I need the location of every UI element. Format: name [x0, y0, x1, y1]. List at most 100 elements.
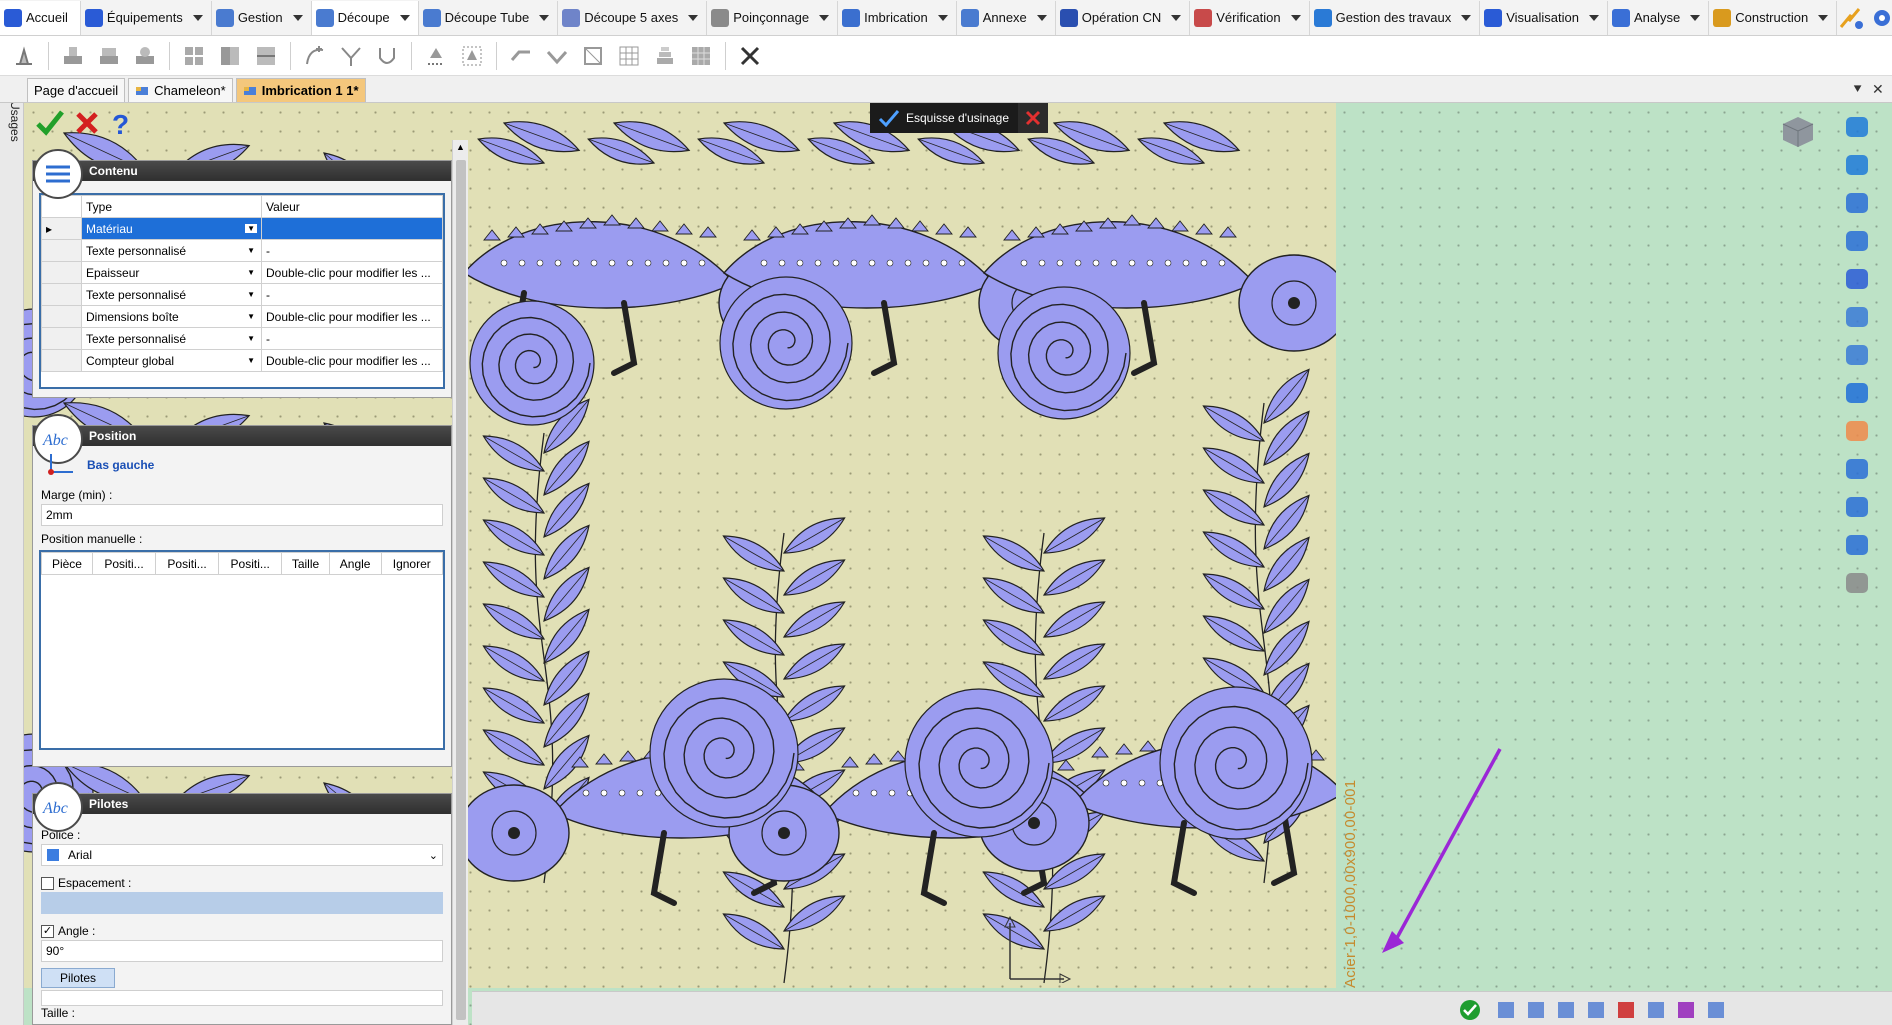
contenu-row[interactable]: Dimensions boîte ▼ Double-clic pour modifi…: [41, 305, 443, 328]
chevron-down-icon[interactable]: [1171, 14, 1182, 21]
leaf-vein[interactable]: [783, 601, 845, 638]
chameleon-spike[interactable]: [603, 214, 621, 226]
spiral-tail-part[interactable]: [904, 688, 1054, 838]
leaf-vein[interactable]: [783, 643, 845, 680]
position-column-header[interactable]: Pièce: [41, 552, 93, 575]
chameleon-dot[interactable]: [680, 259, 688, 267]
chameleon-spike[interactable]: [959, 226, 977, 238]
chameleon-dot[interactable]: [958, 259, 966, 267]
chameleon-dot[interactable]: [608, 259, 616, 267]
pan-view-icon[interactable]: [1840, 150, 1874, 180]
chameleon-dot[interactable]: [888, 789, 896, 797]
chevron-down-icon[interactable]: [1690, 14, 1701, 21]
chameleon-spike[interactable]: [1027, 226, 1045, 238]
value-cell[interactable]: -: [261, 327, 443, 350]
chevron-down-icon[interactable]: [688, 14, 699, 21]
leaf-vein[interactable]: [723, 577, 785, 614]
chameleon-spike[interactable]: [1219, 226, 1237, 238]
leaf-vein[interactable]: [483, 645, 545, 682]
chameleon-dot[interactable]: [814, 259, 822, 267]
type-cell[interactable]: Dimensions boîte ▼: [81, 305, 262, 328]
angle-input[interactable]: 90°: [41, 940, 443, 962]
chameleon-dot[interactable]: [868, 259, 876, 267]
menu-item-1[interactable]: Équipements: [81, 0, 212, 35]
chameleon-spike[interactable]: [507, 226, 525, 238]
chameleon-dot[interactable]: [852, 789, 860, 797]
chevron-down-icon[interactable]: ▼: [245, 334, 257, 343]
stack-icon[interactable]: [651, 42, 679, 70]
curve-add-icon[interactable]: [301, 42, 329, 70]
chameleon-dot[interactable]: [1020, 259, 1028, 267]
leaf-vein[interactable]: [1043, 517, 1105, 554]
chameleon-spike[interactable]: [1123, 214, 1141, 226]
chameleon-dot[interactable]: [760, 259, 768, 267]
panel-scrollbar[interactable]: ▲: [452, 140, 468, 1025]
menu-item-10[interactable]: Vérification: [1190, 0, 1310, 35]
leaf-vein[interactable]: [783, 895, 845, 932]
leaf-vein[interactable]: [1203, 615, 1265, 652]
settings-gear-icon[interactable]: [1867, 5, 1892, 31]
chameleon-dot[interactable]: [1038, 259, 1046, 267]
chameleon-dot[interactable]: [626, 259, 634, 267]
menu-item-5[interactable]: Découpe 5 axes: [558, 0, 708, 35]
chameleon-spike[interactable]: [595, 753, 613, 765]
leaf-vein[interactable]: [783, 685, 845, 722]
leaf-vein[interactable]: [983, 535, 1045, 572]
chameleon-head-part[interactable]: [1238, 254, 1336, 352]
cancel-icon[interactable]: [76, 112, 98, 134]
contenu-row[interactable]: Texte personnalisé ▼ -: [41, 283, 443, 306]
chameleon-spike[interactable]: [1171, 220, 1189, 232]
chameleon-dot[interactable]: [796, 259, 804, 267]
menu-item-9[interactable]: Opération CN: [1056, 0, 1191, 35]
position-column-header[interactable]: Positi...: [91, 552, 157, 575]
leaf-vein[interactable]: [483, 435, 545, 472]
type-cell[interactable]: Epaisseur ▼: [81, 261, 262, 284]
chevron-down-icon[interactable]: ▼: [245, 290, 257, 299]
chameleon-dot[interactable]: [1128, 259, 1136, 267]
chameleon-dot[interactable]: [554, 259, 562, 267]
spiral-tail-part[interactable]: [469, 300, 595, 426]
contenu-row[interactable]: Texte personnalisé ▼ -: [41, 239, 443, 262]
leaf-vein[interactable]: [483, 561, 545, 598]
curve-split-icon[interactable]: [337, 42, 365, 70]
export-down-icon[interactable]: [1840, 530, 1874, 560]
menu-item-0[interactable]: Accueil: [0, 0, 81, 35]
chameleon-dot[interactable]: [832, 259, 840, 267]
chameleon-leg[interactable]: [1170, 820, 1197, 896]
chameleon-leg[interactable]: [650, 830, 677, 906]
chameleon-dot[interactable]: [572, 259, 580, 267]
chameleon-dot[interactable]: [662, 259, 670, 267]
chameleon-spike[interactable]: [1003, 229, 1021, 241]
chevron-down-icon[interactable]: [1588, 14, 1599, 21]
menu-item-13[interactable]: Analyse: [1608, 0, 1710, 35]
chameleon-spike[interactable]: [743, 229, 761, 241]
chameleon-eye[interactable]: [1288, 297, 1300, 309]
chameleon-dot[interactable]: [600, 789, 608, 797]
chevron-down-icon[interactable]: ▼: [245, 246, 257, 255]
machine-tool-1-icon[interactable]: [59, 42, 87, 70]
contenu-row[interactable]: Texte personnalisé ▼ -: [41, 327, 443, 350]
menu-item-4[interactable]: Découpe Tube: [419, 0, 559, 35]
type-cell[interactable]: Matériau ▼: [81, 217, 262, 240]
leaf-vein[interactable]: [483, 603, 545, 640]
lightning-tools-icon[interactable]: [1837, 5, 1867, 31]
leaf-vein[interactable]: [1203, 573, 1265, 610]
chameleon-dot[interactable]: [1200, 259, 1208, 267]
menu-item-12[interactable]: Visualisation: [1480, 0, 1608, 35]
chevron-down-icon[interactable]: ▼: [245, 224, 257, 233]
cube-3d-icon[interactable]: [1840, 378, 1874, 408]
chameleon-spike[interactable]: [1147, 217, 1165, 229]
type-cell[interactable]: Texte personnalisé ▼: [81, 239, 262, 262]
menu-item-6[interactable]: Poinçonnage: [707, 0, 839, 35]
grid-layout-2-icon[interactable]: [216, 42, 244, 70]
move-view-icon[interactable]: [1840, 112, 1874, 142]
chameleon-eye[interactable]: [1028, 817, 1040, 829]
tab-list-dropdown-icon[interactable]: ⯆: [1852, 81, 1863, 98]
chevron-down-icon[interactable]: ▼: [245, 268, 257, 277]
laser-tool-icon[interactable]: [1840, 492, 1874, 522]
manual-position-table[interactable]: Pièce Positi... Positi... Positi... Taille An…: [41, 552, 444, 575]
value-cell[interactable]: Double-clic pour modifier les ...: [261, 349, 443, 372]
chameleon-dot[interactable]: [1164, 259, 1172, 267]
menu-item-2[interactable]: Gestion: [212, 0, 312, 35]
angle-checkbox[interactable]: ✓: [41, 924, 54, 938]
